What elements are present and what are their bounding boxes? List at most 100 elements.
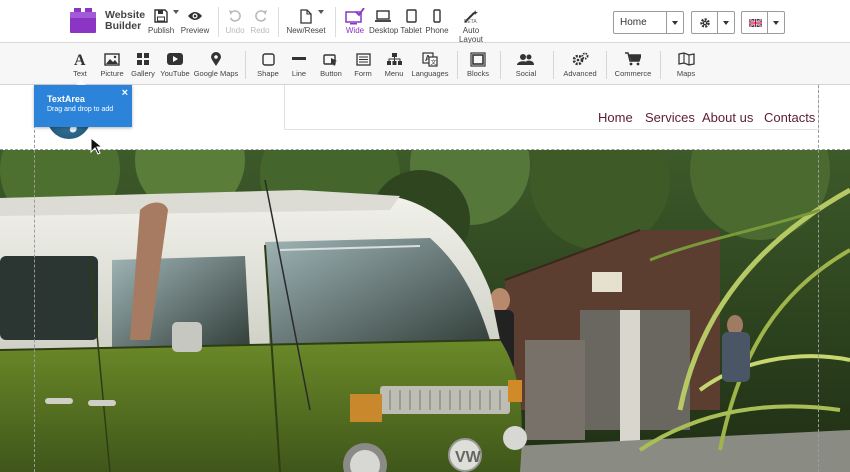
undo-icon: [228, 10, 241, 22]
blocks-element-button[interactable]: Blocks: [464, 49, 492, 78]
youtube-element-button[interactable]: YouTube: [159, 49, 191, 78]
divider: [606, 51, 607, 79]
settings-select[interactable]: [691, 11, 735, 34]
menu-label: Menu: [384, 69, 404, 78]
advanced-label: Advanced: [563, 69, 597, 78]
google-maps-label: Google Maps: [193, 69, 239, 78]
gallery-element-button[interactable]: Gallery: [128, 49, 158, 78]
maps-label: Maps: [676, 69, 696, 78]
tooltip-title: TextArea: [47, 94, 85, 104]
divider: [245, 51, 246, 79]
advanced-element-button[interactable]: Advanced: [562, 49, 598, 78]
nav-item-home[interactable]: Home: [598, 110, 633, 125]
auto-layout-button[interactable]: BETA Auto Layout: [451, 6, 491, 44]
new-reset-label: New/Reset: [286, 26, 326, 35]
redo-icon: [254, 10, 267, 22]
svg-text:A: A: [74, 52, 86, 67]
new-page-icon: [300, 8, 312, 24]
page-select[interactable]: Home: [613, 11, 684, 34]
form-element-button[interactable]: Form: [350, 49, 376, 78]
page-select-value: Home: [620, 17, 647, 28]
app-name: Website Builder: [105, 10, 145, 32]
tablet-icon: [405, 9, 417, 23]
social-element-button[interactable]: Social: [512, 49, 540, 78]
chevron-down-icon[interactable]: [666, 12, 683, 33]
tablet-view-button[interactable]: Tablet: [399, 6, 423, 35]
redo-label: Redo: [250, 26, 270, 35]
folded-map-icon: [677, 52, 695, 66]
publish-caret-icon[interactable]: [173, 10, 179, 14]
gears-icon: [572, 52, 588, 66]
menu-element-button[interactable]: Menu: [381, 49, 407, 78]
translate-icon: A文: [422, 51, 438, 67]
users-icon: [517, 53, 534, 65]
nav-item-contacts[interactable]: Contacts: [764, 110, 815, 125]
commerce-element-button[interactable]: Commerce: [614, 49, 652, 78]
chevron-down-icon[interactable]: [767, 12, 784, 33]
nav-item-services[interactable]: Services: [645, 110, 695, 125]
languages-label: Languages: [411, 69, 449, 78]
divider: [660, 51, 661, 79]
language-select[interactable]: [741, 11, 785, 34]
picture-icon: [104, 52, 120, 66]
divider: [335, 7, 336, 37]
hero-photo-van: VW: [0, 150, 850, 472]
phone-view-button[interactable]: Phone: [425, 6, 449, 35]
wide-label: Wide: [345, 26, 365, 35]
line-label: Line: [291, 69, 307, 78]
svg-text:文: 文: [431, 58, 437, 66]
tooltip-body: Drag and drop to add: [47, 106, 114, 113]
section-guide-line: [0, 149, 850, 150]
gallery-label: Gallery: [131, 69, 155, 78]
hero-image[interactable]: VW: [0, 150, 850, 472]
auto-layout-label: Auto Layout: [458, 26, 484, 44]
logo-blocks-icon: [70, 8, 96, 33]
beta-badge: BETA: [464, 19, 477, 25]
shape-label: Shape: [257, 69, 279, 78]
phone-icon: [433, 9, 441, 23]
element-toolbar: A Text Picture Gallery YouTube Google Ma…: [0, 43, 850, 99]
sitemap-icon: [386, 53, 402, 65]
desktop-view-button[interactable]: Desktop: [369, 6, 399, 35]
line-icon: [292, 57, 306, 60]
undo-button[interactable]: Undo: [224, 6, 246, 35]
maps-element-button[interactable]: Maps: [674, 49, 698, 78]
form-label: Form: [354, 69, 372, 78]
new-reset-caret-icon[interactable]: [318, 10, 324, 14]
cart-icon: [625, 52, 641, 66]
close-icon[interactable]: ×: [122, 87, 128, 99]
desktop-label: Desktop: [369, 26, 399, 35]
divider: [218, 7, 219, 37]
nav-item-about-us[interactable]: About us: [702, 110, 753, 125]
button-label: Button: [320, 69, 342, 78]
picture-element-button[interactable]: Picture: [98, 49, 126, 78]
divider: [457, 51, 458, 79]
button-click-icon: [323, 53, 337, 66]
laptop-icon: [375, 9, 391, 22]
phone-label: Phone: [425, 26, 449, 35]
button-element-button[interactable]: Button: [316, 49, 346, 78]
shape-square-icon: [261, 52, 275, 66]
line-element-button[interactable]: Line: [287, 49, 311, 78]
map-pin-icon: [211, 51, 221, 66]
undo-label: Undo: [225, 26, 245, 35]
right-guide-line: [818, 85, 819, 472]
chevron-down-icon[interactable]: [717, 12, 734, 33]
wide-view-button[interactable]: Wide: [342, 6, 368, 35]
divider: [500, 51, 501, 79]
form-icon: [355, 52, 371, 66]
social-label: Social: [515, 69, 537, 78]
google-maps-element-button[interactable]: Google Maps: [193, 49, 239, 78]
shape-element-button[interactable]: Shape: [255, 49, 281, 78]
mouse-pointer-icon: [90, 137, 104, 155]
divider: [553, 51, 554, 79]
languages-element-button[interactable]: A文 Languages: [410, 49, 450, 78]
redo-button[interactable]: Redo: [249, 6, 271, 35]
publish-button[interactable]: Publish: [148, 6, 174, 35]
text-element-button[interactable]: A Text: [68, 49, 92, 78]
text-label: Text: [73, 69, 87, 78]
blocks-label: Blocks: [466, 69, 490, 78]
publish-label: Publish: [148, 26, 175, 35]
gallery-grid-icon: [137, 53, 149, 65]
preview-button[interactable]: Preview: [180, 6, 210, 35]
